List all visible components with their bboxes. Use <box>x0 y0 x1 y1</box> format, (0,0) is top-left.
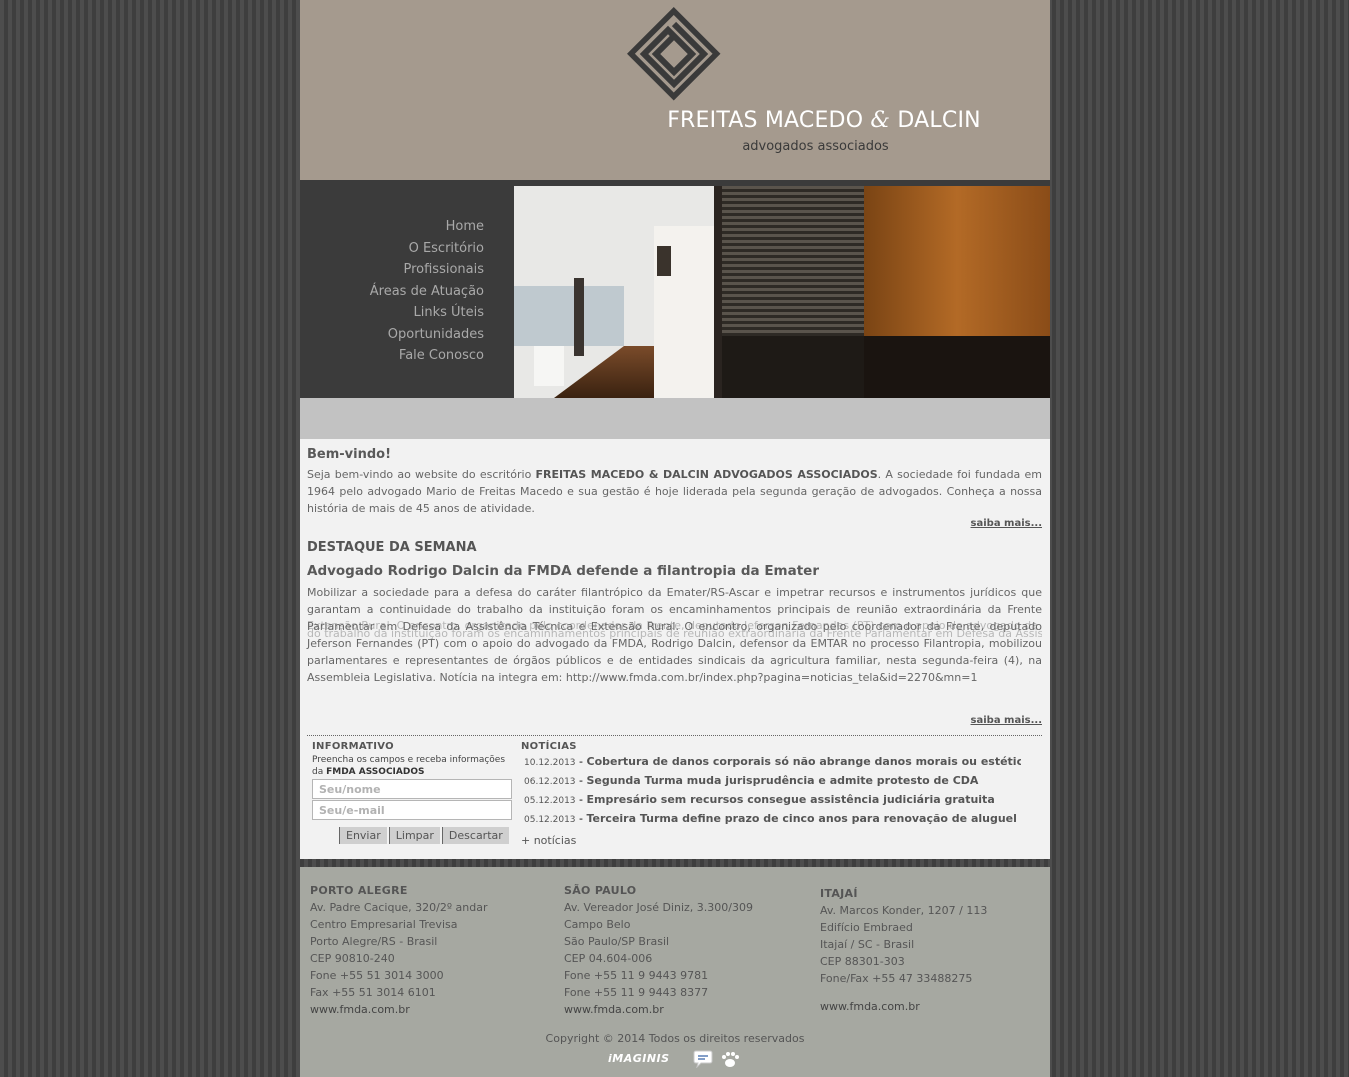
office-address-line: Av. Padre Cacique, 320/2º andar <box>310 901 488 914</box>
news-headline[interactable]: Empresário sem recursos consegue assistê… <box>587 793 995 806</box>
welcome-more-link[interactable]: saiba mais... <box>971 518 1042 529</box>
more-news-link[interactable]: + notícias <box>521 834 576 847</box>
office-address-line: Edifício Embraed <box>820 921 913 934</box>
nav-item-contato[interactable]: Fale Conosco <box>300 345 484 367</box>
office-city: ITAJAÍ <box>820 887 858 900</box>
office-address-line: Itajaí / SC - Brasil <box>820 938 915 951</box>
destaque-title[interactable]: Advogado Rodrigo Dalcin da FMDA defende … <box>307 563 1042 579</box>
speech-bubble-icon[interactable] <box>692 1050 714 1068</box>
office-phone: Fone +55 11 9 9443 8377 <box>564 986 709 999</box>
content-divider <box>307 735 1042 736</box>
office-address-line: Campo Belo <box>564 918 631 931</box>
news-date: 10.12.2013 <box>524 758 576 768</box>
welcome-text-before: Seja bem-vindo ao website do escritório <box>307 468 536 481</box>
page: FREITAS MACEDO & DALCIN advogados associ… <box>300 0 1050 1077</box>
nav-item-home[interactable]: Home <box>300 216 484 238</box>
office-address-line: CEP 90810-240 <box>310 952 395 965</box>
news-date: 05.12.2013 <box>524 796 576 806</box>
destaque-body: Mobilizar a sociedade para a defesa do c… <box>307 586 1042 684</box>
news-separator: - <box>575 774 587 787</box>
name-input[interactable] <box>312 779 512 799</box>
news-date: 05.12.2013 <box>524 815 576 825</box>
brand-name-part1: FREITAS MACEDO <box>667 108 864 133</box>
brand-tagline: advogados associados <box>742 139 889 154</box>
destaque-heading-text: DESTAQUE DA SEMANA <box>307 540 477 555</box>
brand-name: FREITAS MACEDO & DALCIN <box>300 108 1348 133</box>
nav-item-profissionais[interactable]: Profissionais <box>300 259 484 281</box>
newsletter-form: INFORMATIVO Preencha os campos e receba … <box>312 741 512 844</box>
newsletter-description: Preencha os campos e receba informações … <box>312 754 512 778</box>
send-button[interactable]: Enviar <box>339 827 387 844</box>
news-separator: - <box>575 755 587 768</box>
news-title: NOTÍCIAS <box>521 741 577 752</box>
newsletter-title: INFORMATIVO <box>312 741 394 752</box>
destaque-more-link[interactable]: saiba mais... <box>971 715 1042 726</box>
office-phone: Fone +55 51 3014 3000 <box>310 969 444 982</box>
office-address-line: CEP 04.604-006 <box>564 952 653 965</box>
office-phone: Fone +55 11 9 9443 9781 <box>564 969 709 982</box>
news-item[interactable]: 05.12.2013 - Terceira Turma define prazo… <box>521 810 1021 829</box>
main-content: Bem-vindo! Seja bem-vindo ao website do … <box>300 439 1050 859</box>
gray-separator-band <box>300 398 1050 439</box>
news-separator: - <box>575 793 587 806</box>
office-itajai: ITAJAÍ Av. Marcos Konder, 1207 / 113 Edi… <box>820 885 987 1015</box>
newsletter-buttons: Enviar Limpar Descartar <box>312 824 512 844</box>
welcome-section: Bem-vindo! Seja bem-vindo ao website do … <box>307 447 1042 517</box>
news-headline[interactable]: Cobertura de danos corporais só não abra… <box>587 755 1022 768</box>
office-city: SÃO PAULO <box>564 884 637 897</box>
welcome-text: Seja bem-vindo ao website do escritório … <box>307 466 1042 517</box>
office-address-line: Porto Alegre/RS - Brasil <box>310 935 438 948</box>
office-address-line: Av. Vereador José Diniz, 3.300/309 <box>564 901 753 914</box>
office-hero-image <box>514 186 1050 398</box>
newsletter-text-bold: FMDA ASSOCIADOS <box>326 767 425 777</box>
welcome-firm-name: FREITAS MACEDO & DALCIN ADVOGADOS ASSOCI… <box>535 468 878 481</box>
unsubscribe-button[interactable]: Descartar <box>441 827 509 844</box>
nav-item-escritorio[interactable]: O Escritório <box>300 238 484 260</box>
brand-ampersand: & <box>870 108 891 133</box>
news-date: 06.12.2013 <box>524 777 576 787</box>
office-fax: Fax +55 51 3014 6101 <box>310 986 436 999</box>
nav-item-areas[interactable]: Áreas de Atuação <box>300 281 484 303</box>
paw-icon[interactable] <box>720 1050 740 1070</box>
email-input[interactable] <box>312 800 512 820</box>
main-nav: Home O Escritório Profissionais Áreas de… <box>300 216 484 367</box>
maze-logo-icon[interactable] <box>624 4 724 104</box>
office-website-link[interactable]: www.fmda.com.br <box>564 1001 753 1018</box>
news-headline[interactable]: Terceira Turma define prazo de cinco ano… <box>587 812 1022 825</box>
imaginis-logo[interactable]: iMAGINIS <box>608 1052 670 1065</box>
news-headline[interactable]: Segunda Turma muda jurisprudência e admi… <box>587 774 979 787</box>
office-address-line: CEP 88301-303 <box>820 955 905 968</box>
news-item[interactable]: 06.12.2013 - Segunda Turma muda jurispru… <box>521 772 1021 791</box>
welcome-title: Bem-vindo! <box>307 447 392 462</box>
news-item[interactable]: 05.12.2013 - Empresário sem recursos con… <box>521 791 1021 810</box>
nav-item-links[interactable]: Links Úteis <box>300 302 484 324</box>
news-list: NOTÍCIAS 10.12.2013 - Cobertura de danos… <box>521 741 1021 848</box>
office-phone: Fone/Fax +55 47 33488275 <box>820 972 973 985</box>
office-city: PORTO ALEGRE <box>310 884 408 897</box>
office-address-line: São Paulo/SP Brasil <box>564 935 670 948</box>
office-address-line: Av. Marcos Konder, 1207 / 113 <box>820 904 988 917</box>
office-website-link[interactable]: www.fmda.com.br <box>820 998 987 1015</box>
office-website-link[interactable]: www.fmda.com.br <box>310 1001 488 1018</box>
clear-button[interactable]: Limpar <box>388 827 440 844</box>
nav-item-oportunidades[interactable]: Oportunidades <box>300 324 484 346</box>
office-porto-alegre: PORTO ALEGRE Av. Padre Cacique, 320/2º a… <box>310 882 488 1018</box>
brand-name-part2: DALCIN <box>897 108 981 133</box>
news-separator: - <box>575 812 587 825</box>
site-header: FREITAS MACEDO & DALCIN advogados associ… <box>300 0 1050 180</box>
news-item[interactable]: 10.12.2013 - Cobertura de danos corporai… <box>521 753 1021 772</box>
site-footer: PORTO ALEGRE Av. Padre Cacique, 320/2º a… <box>300 867 1050 1077</box>
office-address-line: Centro Empresarial Trevisa <box>310 918 458 931</box>
office-sao-paulo: SÃO PAULO Av. Vereador José Diniz, 3.300… <box>564 882 753 1018</box>
nav-band: Home O Escritório Profissionais Áreas de… <box>300 180 1050 398</box>
copyright-text: Copyright © 2014 Todos os direitos reser… <box>545 1032 805 1045</box>
